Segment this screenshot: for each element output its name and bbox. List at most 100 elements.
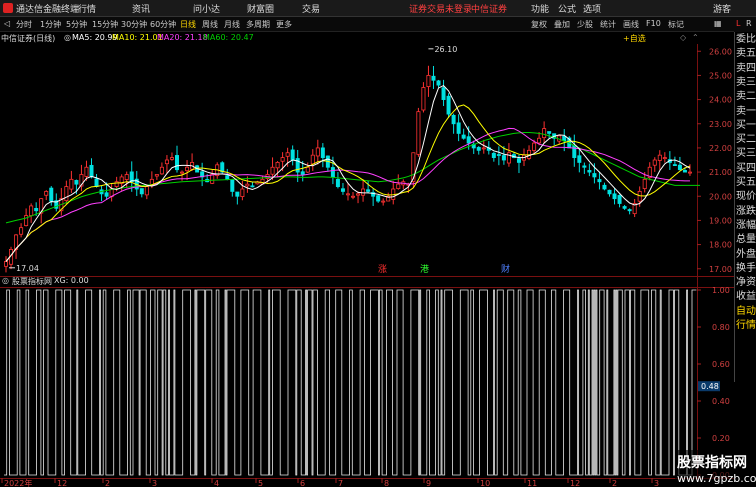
price-tick-label: 17.00 [709,265,732,274]
price-tick-label: 23.00 [709,120,732,129]
panel-item[interactable]: 卖五 [736,48,756,60]
candle-body [466,136,471,144]
candle-body [270,166,275,175]
panel-item[interactable]: 涨幅 [736,220,756,232]
chart-canvas[interactable]: 26.0025.0024.0023.0022.0021.0020.0019.00… [0,0,756,487]
candle-body [431,75,436,81]
candle-body [491,152,496,158]
panel-item[interactable]: 买三 [736,148,756,160]
watermark: 股票指标网 www.7gpzb.com [675,450,756,487]
candle-body [356,193,361,196]
candle-body [547,131,552,134]
candle-body [677,164,682,171]
panel-item[interactable]: 净资 [736,277,756,289]
panel-item[interactable]: 买四 [736,163,756,175]
panel-item[interactable]: 卖四 [736,63,756,75]
lower-indicator-bar: ◎ 股票指标网 XG: 0.00 [0,276,734,287]
candle-body [210,174,215,184]
panel-item[interactable]: 换手 [736,263,756,275]
high-marker: 26.10 [434,45,457,54]
candle-body [34,207,39,212]
candle-body [315,147,320,157]
quote-side-panel: 委比卖五卖四卖三卖二卖一买一买二买三买四买五现价涨跌涨幅总量外盘换手净资收益自动… [734,32,756,382]
candle-body [345,193,350,196]
candle-body [652,159,657,166]
panel-item[interactable]: 买五 [736,177,756,189]
settings-icon[interactable]: ◎ [2,276,9,285]
price-tick-label: 21.00 [709,168,732,177]
candle-body [532,142,537,151]
candle-body [592,173,597,178]
candle-body [230,179,235,192]
candle-body [154,174,159,177]
candle-body [506,152,511,164]
date-label: 2 [105,479,110,487]
candle-body [607,189,612,195]
lower-tick-label: 1.00 [712,286,730,295]
panel-item[interactable]: 委比 [736,34,756,46]
panel-item[interactable]: 买一 [736,120,756,132]
candle-body [657,154,662,161]
candle-body [602,184,607,190]
panel-item[interactable]: 卖二 [736,91,756,103]
candle-body [280,157,285,162]
candle-body [627,209,632,212]
candle-body [612,193,617,200]
date-label: 12 [57,479,67,487]
date-label: 4 [214,479,219,487]
candle-body [577,155,582,163]
candle-body [562,135,567,142]
price-tick-label: 26.00 [709,47,732,56]
candle-body [185,166,190,172]
candle-body [617,195,622,204]
panel-item[interactable]: 自动 [736,306,756,318]
candle-body [662,157,667,159]
panel-item[interactable]: 收益 [736,291,756,303]
panel-item[interactable]: 卖一 [736,106,756,118]
candle-body [366,189,371,192]
price-tick-label: 25.00 [709,71,732,80]
candle-body [456,122,461,134]
lower-tick-label: 0.80 [712,323,730,332]
panel-item[interactable]: 买二 [736,134,756,146]
panel-item[interactable]: 现价 [736,191,756,203]
candle-body [542,128,547,139]
candle-body [320,147,325,158]
date-label: 6 [300,479,305,487]
candle-body [416,111,421,155]
date-label: 10 [480,479,490,487]
candle-body [49,187,54,202]
candle-body [672,164,677,166]
panel-item[interactable]: 卖三 [736,77,756,89]
candle-body [351,195,356,198]
panel-item[interactable]: 外盘 [736,249,756,261]
date-label: 12 [570,479,580,487]
panel-item[interactable]: 涨跌 [736,206,756,218]
candle-body [285,152,290,157]
candle-body [240,188,245,198]
candle-body [587,170,592,173]
candle-body [29,205,34,216]
candle-body [245,183,250,187]
panel-item[interactable]: 总量 [736,234,756,246]
candle-body [235,191,240,197]
date-label: 9 [426,479,431,487]
candle-body [144,186,149,196]
panel-item[interactable]: 行情 [736,320,756,332]
candle-body [451,114,456,125]
candle-body [64,186,69,202]
candle-body [174,155,179,171]
candle-body [19,227,24,235]
ma60-line [5,131,701,224]
event-marker: 财 [501,263,510,275]
watermark-title: 股票指标网 [677,455,747,471]
candle-body [290,149,295,161]
date-label: 2022年 [4,478,32,487]
lower-indicator-name[interactable]: 股票指标网 [12,276,52,287]
candle-body [169,157,174,160]
event-marker: 港 [420,263,429,275]
candle-body [461,134,466,139]
candle-body [396,183,401,190]
candle-body [687,171,692,174]
candle-body [642,178,647,189]
